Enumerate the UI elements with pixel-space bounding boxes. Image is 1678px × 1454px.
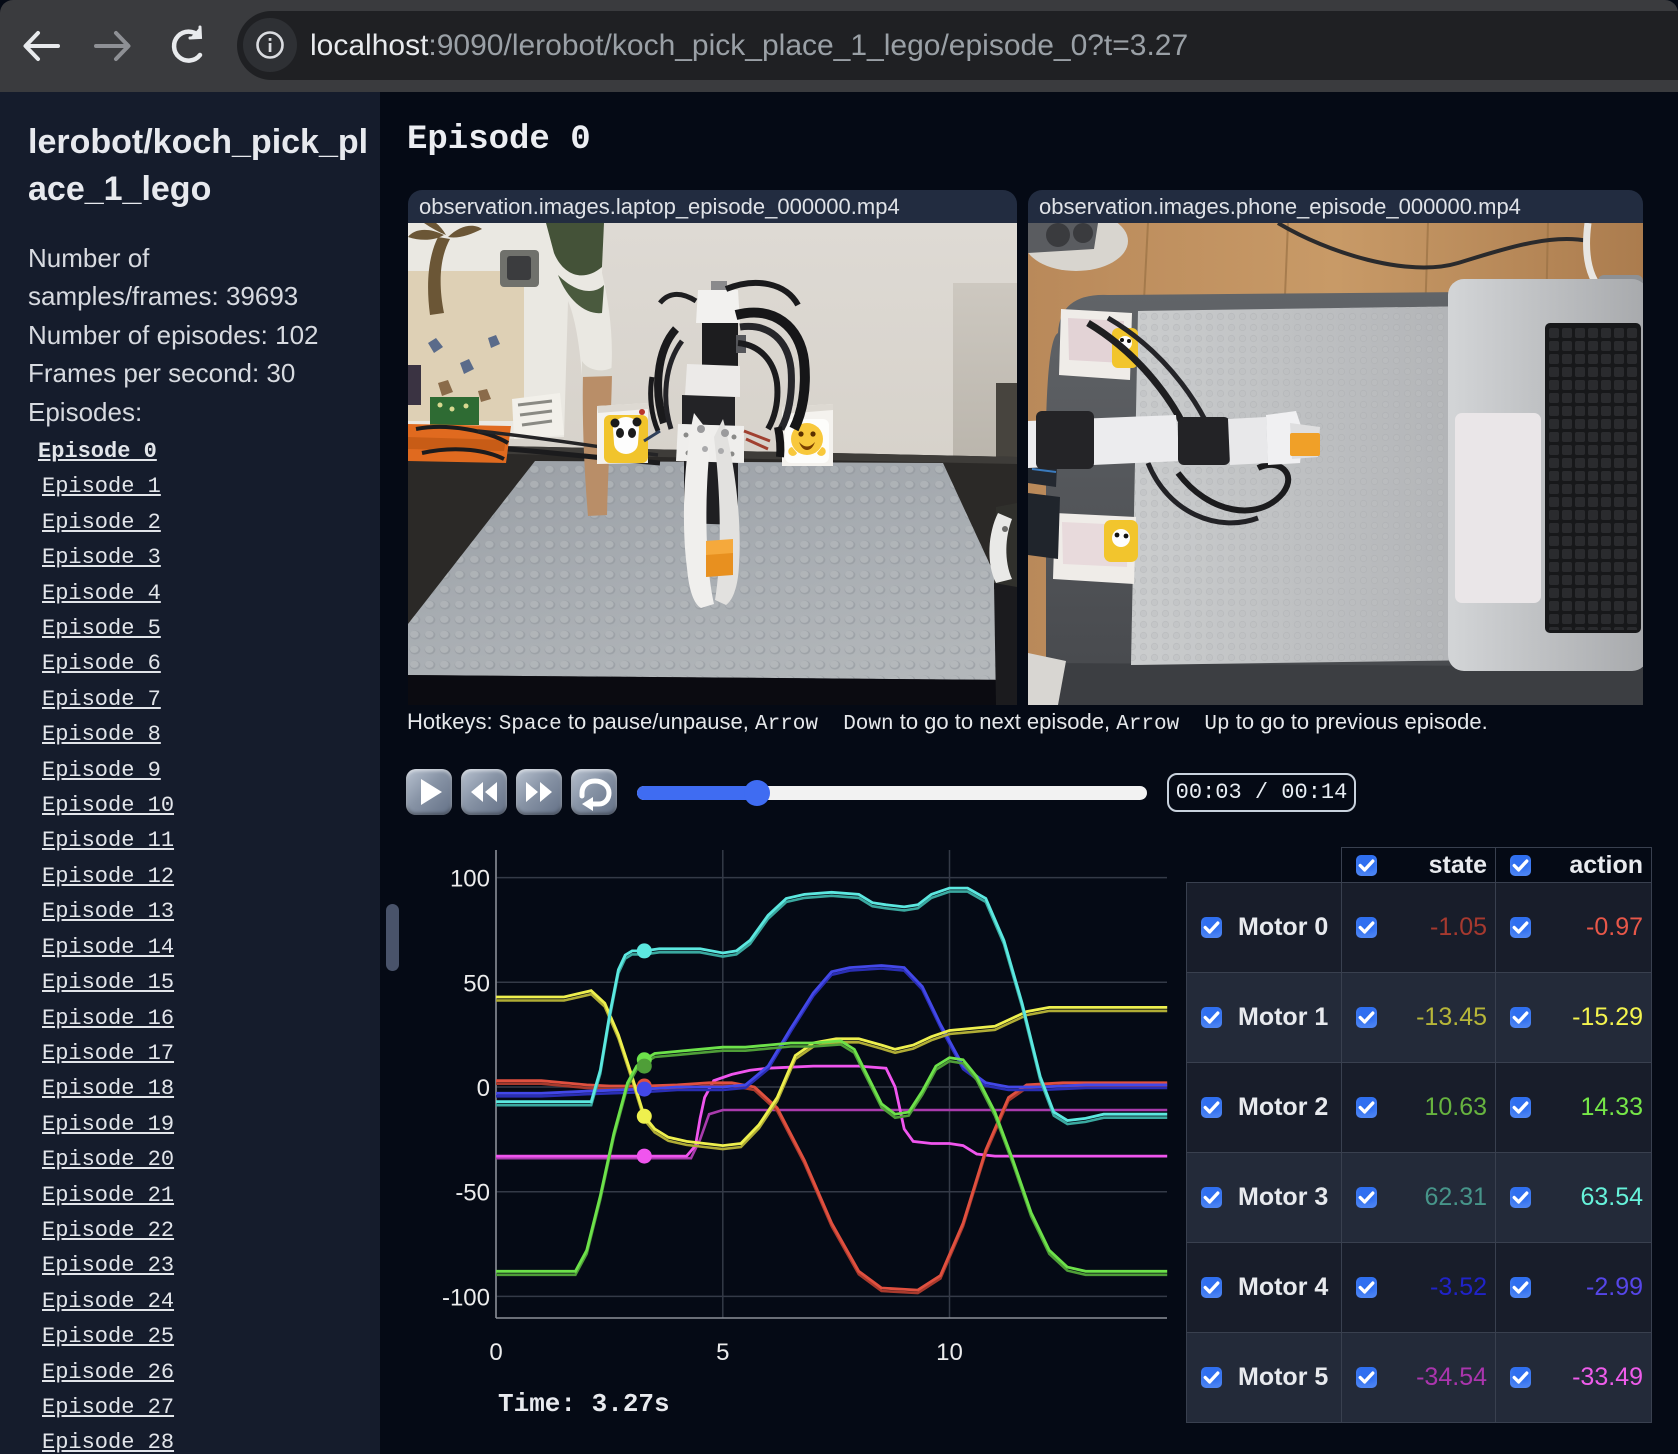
svg-text:0: 0 <box>489 1339 502 1366</box>
svg-text:100: 100 <box>450 866 490 893</box>
svg-text:-100: -100 <box>442 1284 490 1311</box>
svg-text:0: 0 <box>477 1075 490 1102</box>
svg-text:50: 50 <box>463 970 490 997</box>
svg-text:-50: -50 <box>455 1180 490 1207</box>
svg-text:10: 10 <box>936 1339 963 1366</box>
svg-text:5: 5 <box>716 1339 729 1366</box>
